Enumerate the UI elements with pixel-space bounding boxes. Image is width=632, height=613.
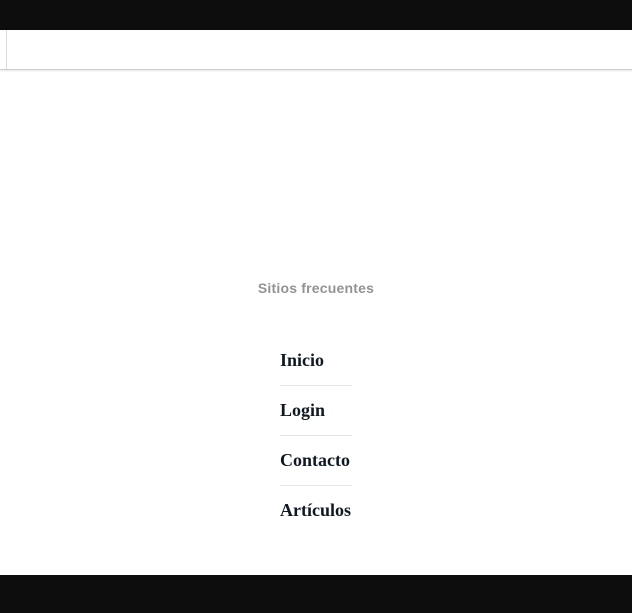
main-content: Sitios frecuentes Inicio Login Contacto … [0,70,632,535]
link-articulos[interactable]: Artículos [280,500,351,520]
header-area [0,30,632,70]
frequent-sites-list: Inicio Login Contacto Artículos [280,336,352,535]
section-title: Sitios frecuentes [0,280,632,296]
link-login[interactable]: Login [280,400,325,420]
top-bar [0,0,632,30]
list-item: Login [280,386,352,436]
bottom-bar [0,575,632,613]
link-contacto[interactable]: Contacto [280,450,350,470]
list-item: Artículos [280,486,352,535]
list-item: Contacto [280,436,352,486]
list-item: Inicio [280,336,352,386]
link-inicio[interactable]: Inicio [280,350,324,370]
